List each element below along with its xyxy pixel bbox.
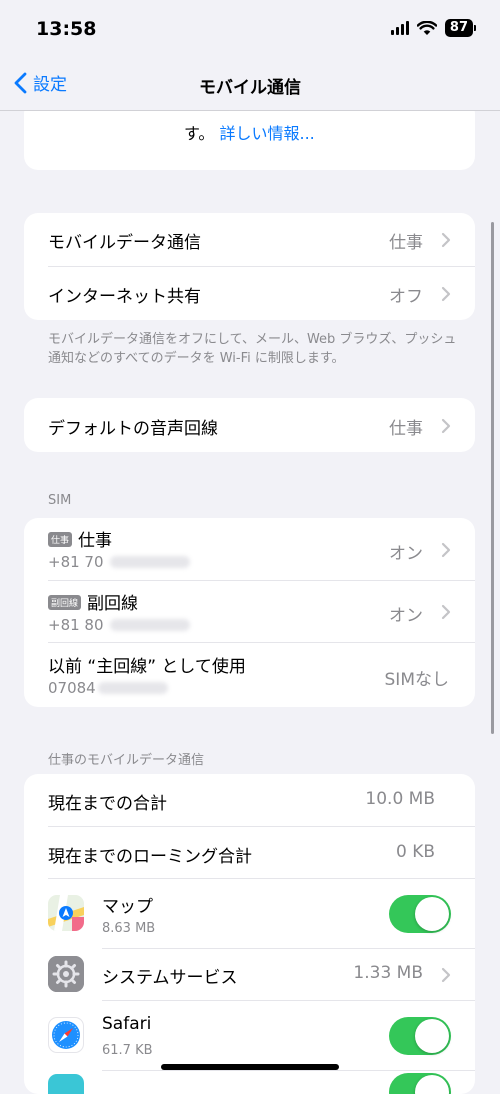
battery-tip: [474, 25, 476, 31]
roaming-total-row: 現在までのローミング合計 0 KB: [24, 827, 475, 878]
voice-line-card: デフォルトの音声回線 仕事: [24, 398, 475, 452]
roaming-total-label: 現在までのローミング合計: [48, 847, 252, 867]
sim-name-secondary: 副回線: [87, 594, 139, 614]
scroll-indicator[interactable]: [491, 222, 494, 734]
chevron-right-icon: [441, 967, 451, 983]
redacted-number: [109, 556, 190, 568]
app-name-maps: マップ: [102, 897, 153, 917]
redacted-number: [109, 619, 190, 631]
app-size-system-services: 1.33 MB: [353, 963, 423, 983]
wifi-icon: [416, 20, 437, 35]
app-row-maps: マップ 8.63 MB: [24, 879, 475, 948]
personal-hotspot-label: インターネット共有: [48, 287, 201, 307]
cellular-signal-icon: [390, 21, 409, 35]
sim-card: 仕事 仕事 +81 70 オン 副回線 副回線 +81 80 オン 以前 “主回線”…: [24, 518, 475, 707]
app-row-system-services[interactable]: システムサービス 1.33 MB: [24, 949, 475, 1000]
usage-card: 現在までの合計 10.0 MB 現在までのローミング合計 0 KB マップ 8.…: [24, 774, 475, 1094]
sim-status-work: オン: [389, 544, 423, 564]
app-size-safari: 61.7 KB: [102, 1043, 153, 1058]
default-voice-line-label: デフォルトの音声回線: [48, 419, 218, 439]
sim-status-former-primary: SIMなし: [384, 670, 449, 690]
sim-number-former-primary: 07084: [48, 679, 96, 697]
current-total-label: 現在までの合計: [48, 794, 167, 814]
chevron-right-icon: [441, 542, 451, 558]
mobile-data-card: モバイルデータ通信 仕事 インターネット共有 オフ: [24, 213, 475, 320]
safari-data-toggle[interactable]: [389, 1017, 451, 1055]
default-voice-line-value: 仕事: [389, 419, 423, 439]
maps-icon: [48, 895, 84, 931]
mobile-data-footnote: モバイルデータ通信をオフにして、メール、Web ブラウズ、プッシュ通知などのすべ…: [48, 332, 457, 366]
mobile-data-value: 仕事: [389, 233, 423, 253]
home-indicator[interactable]: [161, 1064, 339, 1070]
page-title: モバイル通信: [199, 78, 301, 98]
maps-data-toggle[interactable]: [389, 895, 451, 933]
personal-hotspot-row[interactable]: インターネット共有 オフ: [24, 267, 475, 320]
status-time: 13:58: [36, 18, 97, 40]
system-services-gear-icon: [48, 956, 84, 992]
sim-status-secondary: オン: [389, 606, 423, 626]
sim-name-work: 仕事: [78, 531, 113, 551]
sim-number-work: +81 70: [48, 553, 104, 571]
personal-hotspot-value: オフ: [389, 287, 423, 307]
sim-row-former-primary[interactable]: 以前 “主回線” として使用 07084 SIMなし: [24, 643, 475, 707]
app-name-safari: Safari: [102, 1014, 152, 1034]
mobile-data-row[interactable]: モバイルデータ通信 仕事: [24, 213, 475, 266]
sim-row-work[interactable]: 仕事 仕事 +81 70 オン: [24, 518, 475, 580]
redacted-number: [97, 682, 168, 694]
app-row-next: [24, 1071, 475, 1094]
app-icon: [48, 1074, 84, 1094]
sim-number-secondary: +81 80: [48, 616, 104, 634]
sim-section-header: SIM: [48, 493, 72, 508]
battery-icon: 87: [444, 19, 473, 37]
usage-section-header: 仕事のモバイルデータ通信: [48, 753, 205, 768]
chevron-right-icon: [441, 418, 451, 434]
app-name-system-services: システムサービス: [102, 968, 238, 988]
top-note-text: す。: [184, 124, 215, 143]
current-total-row: 現在までの合計 10.0 MB: [24, 774, 475, 826]
navigation-bar: 設定 モバイル通信: [0, 60, 500, 111]
mobile-data-label: モバイルデータ通信: [48, 233, 201, 253]
app-row-safari: Safari 61.7 KB: [24, 1001, 475, 1070]
chevron-right-icon: [441, 604, 451, 620]
default-voice-line-row[interactable]: デフォルトの音声回線 仕事: [24, 398, 475, 452]
learn-more-link[interactable]: 詳しい情報...: [220, 124, 315, 143]
sim-badge-secondary: 副回線: [48, 595, 82, 610]
app-size-maps: 8.63 MB: [102, 921, 156, 936]
chevron-right-icon: [441, 286, 451, 302]
safari-compass-icon: [48, 1017, 84, 1053]
sim-name-former-primary: 以前 “主回線” として使用: [48, 657, 246, 677]
current-total-value: 10.0 MB: [365, 789, 435, 809]
status-bar: 13:58 87: [0, 0, 500, 60]
roaming-total-value: 0 KB: [395, 842, 435, 862]
chevron-right-icon: [441, 232, 451, 248]
next-app-data-toggle[interactable]: [389, 1073, 451, 1094]
sim-badge-work: 仕事: [48, 532, 73, 547]
status-icons: 87: [390, 19, 476, 37]
sim-row-secondary[interactable]: 副回線 副回線 +81 80 オン: [24, 581, 475, 642]
